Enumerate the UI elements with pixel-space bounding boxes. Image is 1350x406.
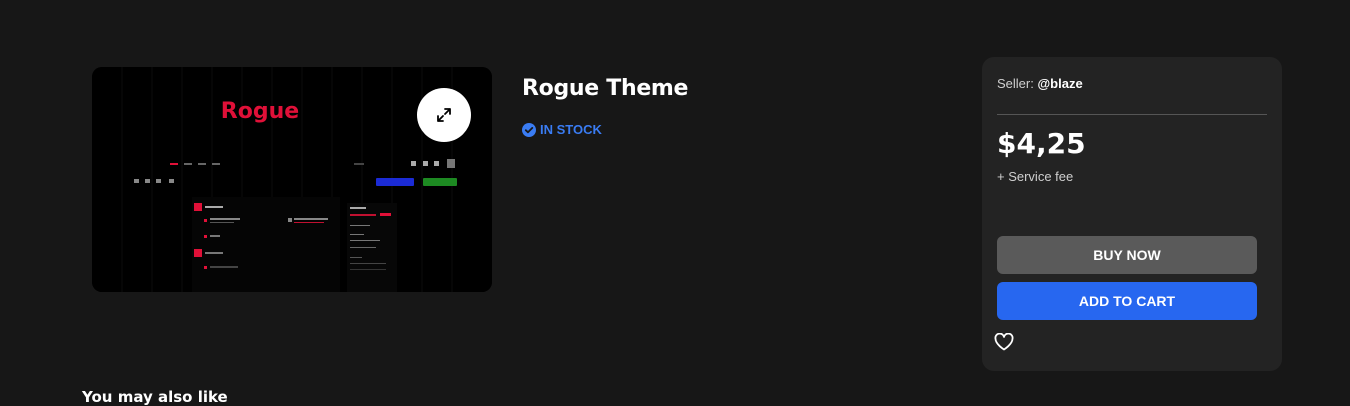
check-circle-icon: [522, 122, 536, 137]
service-fee-note: + Service fee: [997, 169, 1074, 184]
wishlist-button[interactable]: [994, 332, 1014, 356]
seller-label: Seller:: [997, 76, 1034, 91]
preview-brand-text: Rogue: [220, 99, 300, 124]
heart-icon: [994, 332, 1014, 351]
stock-status-label: IN STOCK: [540, 122, 602, 137]
product-title: Rogue Theme: [522, 76, 689, 101]
seller-name-link[interactable]: @blaze: [1037, 76, 1082, 91]
price: $4,25: [997, 127, 1086, 160]
add-to-cart-button[interactable]: ADD TO CART: [997, 282, 1257, 320]
seller-info: Seller: @blaze: [997, 76, 1083, 91]
buy-now-button[interactable]: BUY NOW: [997, 236, 1257, 274]
product-preview[interactable]: Rogue: [92, 67, 492, 292]
divider: [997, 114, 1267, 115]
purchase-card: Seller: @blaze $4,25 + Service fee BUY N…: [982, 57, 1282, 371]
expand-icon: [437, 108, 451, 122]
recommendations-heading: You may also like: [82, 388, 228, 406]
expand-button[interactable]: [417, 88, 471, 142]
stock-status: IN STOCK: [522, 122, 602, 137]
